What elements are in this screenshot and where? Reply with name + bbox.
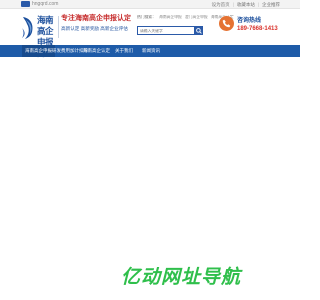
search-icon xyxy=(195,27,202,34)
watermark-logo: 亿动网址导航 xyxy=(121,266,243,287)
site-slogan: 专注海南高企申报认定 xyxy=(61,15,131,22)
hotline-label: 咨询热线 xyxy=(237,18,262,24)
divider: | xyxy=(257,2,259,7)
search-box xyxy=(137,26,203,35)
company-recommend-link[interactable]: 企业推荐 xyxy=(262,1,280,8)
logo-line-1: 海南高企 xyxy=(37,15,54,36)
hot-keyword[interactable]: 澄门高企申报 xyxy=(185,15,208,19)
bookmark-site-link[interactable]: 收藏本站 xyxy=(237,1,255,8)
site-url: hngqrd.com xyxy=(32,1,59,7)
site-badge-icon xyxy=(21,1,30,7)
search-input[interactable] xyxy=(139,27,195,34)
top-links: 设为首页 | 收藏本站 | 企业推荐 xyxy=(212,1,280,8)
divider: | xyxy=(232,2,234,7)
main-nav: 海南高企申报 研发费用加计扣除 海南高企认定 关于我们 新闻资讯 xyxy=(0,45,300,57)
svg-text:亿动网址导航: 亿动网址导航 xyxy=(121,266,243,287)
nav-item-hainan-certification[interactable]: 海南高企认定 xyxy=(80,45,113,57)
logo-divider xyxy=(58,16,59,38)
set-homepage-link[interactable]: 设为首页 xyxy=(212,1,230,8)
hot-search-label: 热门搜索： xyxy=(137,15,156,19)
hotline-number[interactable]: 189-7668-1413 xyxy=(237,26,278,33)
phone-icon xyxy=(219,16,234,31)
top-utility-bar: hngqrd.com 设为首页 | 收藏本站 | 企业推荐 xyxy=(0,0,300,9)
nav-item-news[interactable]: 新闻资讯 xyxy=(139,45,163,57)
search-button[interactable] xyxy=(194,26,203,35)
hot-keyword[interactable]: 海南高企申报 xyxy=(159,15,182,19)
site-sub-slogan: 高新认定 高新奖励 高新企业评估 xyxy=(61,26,128,31)
nav-item-about-us[interactable]: 关于我们 xyxy=(112,45,136,57)
logo-mark-icon[interactable] xyxy=(21,14,37,40)
